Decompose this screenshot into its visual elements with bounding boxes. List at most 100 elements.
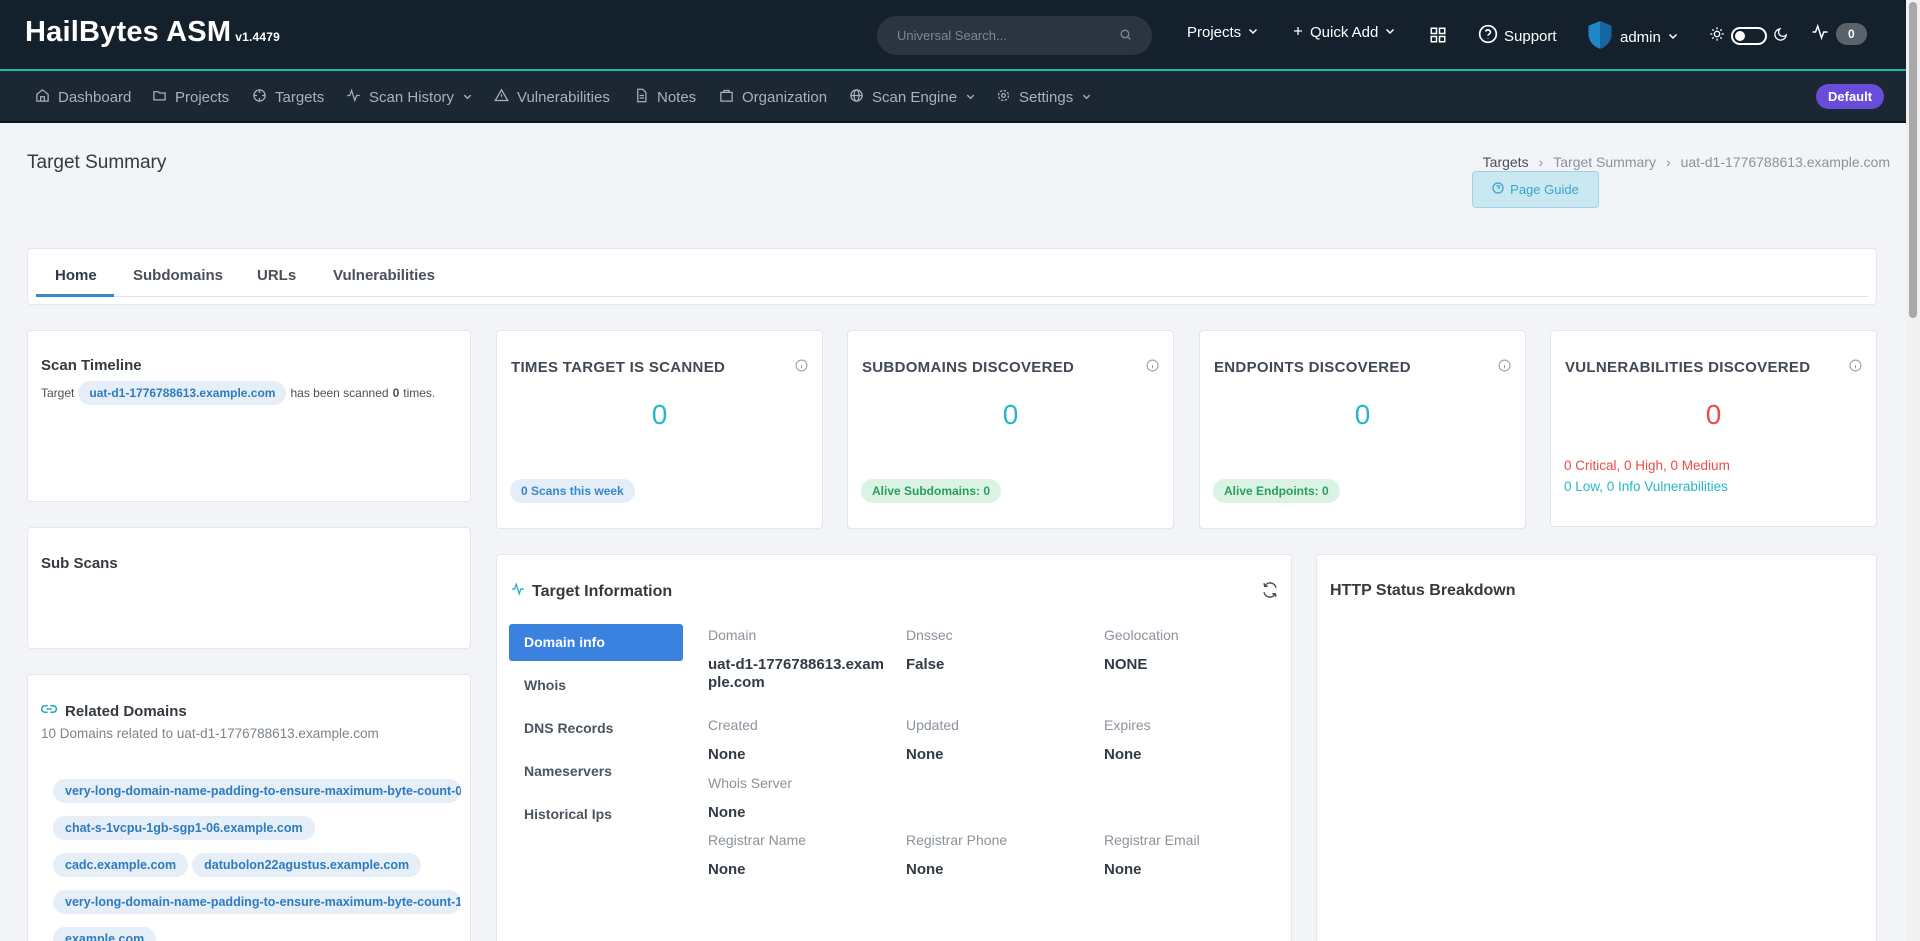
dnssec-value: False [906, 656, 945, 673]
updated-value: None [906, 746, 944, 763]
universal-search[interactable] [877, 16, 1152, 55]
timeline-prefix: Target [41, 386, 75, 400]
nav-label: Scan Engine [872, 89, 958, 106]
nav-item-projects[interactable]: Projects [152, 88, 229, 107]
info-icon[interactable] [1146, 359, 1159, 377]
sub-scans-card: Sub Scans [27, 527, 471, 649]
nav-label: Organization [742, 89, 828, 106]
briefcase-icon [719, 88, 734, 107]
nav-label: Vulnerabilities [517, 89, 610, 106]
file-text-icon [634, 88, 649, 107]
whois-server-label: Whois Server [708, 775, 793, 791]
projects-dropdown[interactable]: Projects [1187, 24, 1259, 41]
alert-triangle-icon [494, 88, 509, 107]
tab-dns-records[interactable]: DNS Records [509, 710, 683, 747]
tab-subdomains[interactable]: Subdomains [133, 267, 223, 284]
nav-item-vulnerabilities[interactable]: Vulnerabilities [494, 88, 610, 107]
moon-icon [1773, 27, 1788, 46]
page-title: Target Summary [27, 152, 167, 173]
sub-scans-title: Sub Scans [41, 555, 118, 572]
quick-add-label: Quick Add [1310, 24, 1379, 41]
updated-label: Updated [906, 717, 959, 733]
stat-value: 0 [1705, 399, 1722, 430]
user-menu[interactable]: admin [1586, 20, 1679, 54]
app-name: HailBytes ASM [25, 16, 232, 48]
top-bar: HailBytes ASMv1.4479 Projects Quick Add … [0, 0, 1906, 69]
domain-chip[interactable]: chat-s-1vcpu-1gb-sgp1-06.example.com [53, 816, 315, 840]
stat-value: 0 [1002, 399, 1019, 430]
apps-grid-icon[interactable] [1429, 26, 1447, 44]
related-domains-title: Related Domains [65, 702, 187, 720]
info-icon[interactable] [1498, 359, 1511, 377]
expires-value: None [1104, 746, 1142, 763]
nav-item-notes[interactable]: Notes [634, 88, 696, 107]
registrar-name-value: None [708, 861, 746, 878]
page-scrollbar[interactable] [1906, 0, 1920, 941]
target-tabs: Home Subdomains URLs Vulnerabilities [27, 248, 1877, 305]
domain-chip[interactable]: very-long-domain-name-padding-to-ensure-… [53, 890, 461, 914]
target-chip[interactable]: uat-d1-1776788613.example.com [78, 381, 287, 405]
page-guide-button[interactable]: Page Guide [1472, 171, 1599, 208]
theme-switch[interactable] [1731, 27, 1767, 45]
nav-item-organization[interactable]: Organization [719, 88, 827, 107]
nav-item-settings[interactable]: Settings [996, 88, 1092, 107]
domain-chip[interactable]: very-long-domain-name-padding-to-ensure-… [53, 779, 461, 803]
nav-label: Notes [657, 89, 697, 106]
search-icon[interactable] [1119, 28, 1132, 46]
breadcrumb-targets[interactable]: Targets [1483, 154, 1529, 170]
domain-chip[interactable]: datubolon22agustus.example.com [192, 853, 422, 877]
geolocation-value: NONE [1104, 656, 1148, 673]
http-status-title: HTTP Status Breakdown [1330, 582, 1516, 599]
tab-nameservers[interactable]: Nameservers [509, 753, 683, 790]
scrollbar-thumb[interactable] [1909, 2, 1917, 318]
times-scanned-card: TIMES TARGET IS SCANNED 0 0 Scans this w… [496, 330, 823, 529]
stat-title: SUBDOMAINS DISCOVERED [862, 359, 1075, 376]
refresh-icon[interactable] [1261, 581, 1279, 604]
tab-urls[interactable]: URLs [257, 267, 296, 284]
tab-whois[interactable]: Whois [509, 667, 683, 704]
registrar-phone-label: Registrar Phone [906, 832, 1008, 848]
nav-item-dashboard[interactable]: Dashboard [35, 88, 131, 107]
related-domains-list: very-long-domain-name-padding-to-ensure-… [53, 779, 470, 941]
related-domains-subtitle: 10 Domains related to uat-d1-1776788613.… [41, 726, 379, 741]
stat-value: 0 [651, 399, 668, 430]
tab-home[interactable]: Home [55, 267, 97, 284]
tab-domain-info[interactable]: Domain info [509, 624, 683, 661]
tabs-divider [36, 296, 1868, 297]
subdomains-card: SUBDOMAINS DISCOVERED 0 Alive Subdomains… [847, 330, 1174, 529]
activity-indicator[interactable]: 0 [1810, 23, 1867, 45]
search-input[interactable] [897, 28, 1117, 43]
main-nav: Dashboard Projects Targets Scan History … [0, 71, 1906, 123]
pulse-icon [1810, 23, 1830, 45]
chevron-down-icon [1247, 24, 1259, 41]
tab-historical-ips[interactable]: Historical Ips [509, 796, 683, 833]
breadcrumb: Targets › Target Summary › uat-d1-177678… [1483, 154, 1890, 170]
target-information-card: Target Information Domain info Whois DNS… [496, 554, 1292, 941]
nav-item-scan-history[interactable]: Scan History [346, 88, 473, 107]
chevron-right-icon: › [1665, 154, 1671, 170]
nav-item-scan-engine[interactable]: Scan Engine [849, 88, 976, 107]
chevron-down-icon [1667, 29, 1679, 46]
support-link[interactable]: Support [1478, 24, 1557, 48]
info-icon[interactable] [795, 359, 808, 377]
app-brand[interactable]: HailBytes ASM v1.4479 [25, 16, 280, 49]
theme-toggle[interactable] [1709, 26, 1788, 46]
help-circle-icon [1478, 24, 1498, 48]
home-icon [35, 88, 50, 107]
info-icon[interactable] [1849, 359, 1862, 377]
domain-chip[interactable]: cadc.example.com [53, 853, 189, 877]
nav-label: Dashboard [58, 89, 132, 106]
nav-label: Settings [1019, 89, 1074, 106]
project-badge[interactable]: Default [1816, 84, 1885, 109]
domain-chip[interactable]: example.com [53, 927, 157, 941]
nav-item-targets[interactable]: Targets [252, 88, 324, 107]
related-domains-header: Related Domains [40, 702, 187, 720]
chevron-down-icon [462, 89, 473, 106]
page-guide-label: Page Guide [1510, 182, 1579, 197]
registrar-name-label: Registrar Name [708, 832, 807, 848]
tab-vulnerabilities[interactable]: Vulnerabilities [333, 267, 435, 284]
vulnerabilities-card: VULNERABILITIES DISCOVERED 0 0 Critical,… [1550, 330, 1877, 527]
quick-add-dropdown[interactable]: Quick Add [1292, 24, 1396, 41]
breadcrumb-target-summary[interactable]: Target Summary [1553, 154, 1656, 170]
chevron-down-icon [1384, 24, 1396, 41]
